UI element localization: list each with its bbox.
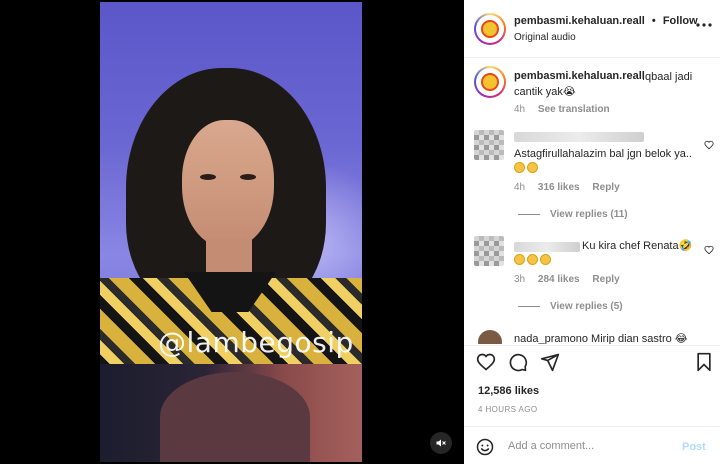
more-options-button[interactable] [696, 14, 712, 30]
author-avatar[interactable] [474, 13, 506, 45]
bookmark-icon[interactable] [694, 352, 714, 372]
caption-time: 4h [514, 104, 526, 115]
mute-button[interactable] [430, 432, 452, 454]
comment-likes[interactable]: 284 likes [538, 274, 580, 285]
author-username[interactable]: pembasmi.kehaluan.reall [514, 15, 645, 27]
likes-count[interactable]: 12,586 likes [478, 385, 539, 397]
comment-meta: 3h 284 likes Reply [514, 274, 620, 285]
post-side-panel: pembasmi.kehaluan.reall • Follow Origina… [464, 0, 720, 464]
separator-dot: • [651, 15, 656, 27]
caption-author-avatar[interactable] [474, 66, 506, 98]
worried-face-icon [514, 162, 525, 173]
commenter-avatar[interactable] [478, 330, 502, 344]
post-actions-bar [464, 345, 720, 375]
comment-like-heart-icon[interactable] [704, 245, 714, 255]
add-comment-input[interactable] [508, 435, 668, 457]
commenter-name-blurred[interactable] [514, 242, 580, 252]
comment-text: Astagfirullahalazim bal jgn belok ya.. [514, 148, 692, 160]
rofl-face-icon [527, 254, 538, 265]
add-comment-bar: Post [464, 426, 720, 464]
rofl-face-icon [540, 254, 551, 265]
person-right-eye [240, 174, 256, 180]
post-comment-button[interactable]: Post [682, 441, 706, 453]
ellipsis-icon [696, 23, 712, 27]
smiley-face-icon[interactable] [476, 438, 494, 456]
comment-bubble-icon[interactable] [508, 352, 528, 372]
post-header: pembasmi.kehaluan.reall • Follow Origina… [464, 0, 720, 58]
person-left-eye [200, 174, 216, 180]
heart-icon[interactable] [476, 352, 496, 372]
header-user-line: pembasmi.kehaluan.reall • Follow [514, 15, 698, 27]
reply-button[interactable]: Reply [592, 182, 619, 193]
send-paper-plane-icon[interactable] [540, 352, 560, 372]
video-watermark: @lambegosip [158, 326, 354, 359]
reel-video[interactable]: @lambegosip [100, 2, 362, 462]
see-translation-link[interactable]: See translation [538, 104, 610, 115]
joy-face-icon [527, 162, 538, 173]
comment-time: 4h [514, 182, 526, 193]
commenter-name-blurred[interactable] [514, 132, 644, 142]
comment-emoji-line [514, 254, 553, 269]
comment-likes[interactable]: 316 likes [538, 182, 580, 193]
comment-text: Ku kira chef Renata🤣 [582, 240, 693, 252]
caption-text: Iqbaal jadi cantik yak😭 [514, 71, 693, 98]
caption-meta: 4h See translation [514, 104, 610, 115]
media-pane: @lambegosip [0, 0, 464, 464]
view-replies-button[interactable]: View replies (11) [550, 209, 628, 220]
commenter-avatar-blurred[interactable] [474, 236, 504, 266]
reply-button[interactable]: Reply [592, 274, 619, 285]
comment-time: 3h [514, 274, 526, 285]
audio-label[interactable]: Original audio [514, 32, 576, 43]
rofl-face-icon [514, 254, 525, 265]
posted-timestamp: 4 HOURS AGO [478, 405, 538, 414]
comment-like-heart-icon[interactable] [704, 140, 714, 150]
commenter-avatar-blurred[interactable] [474, 130, 504, 160]
comment-emoji-line [514, 162, 540, 177]
replies-divider [518, 214, 540, 215]
comments-list[interactable]: pembasmi.kehaluan.reall Iqbaal jadi cant… [464, 59, 720, 344]
comment-text-partial: nada_pramono Mirip dian sastro 😂 [514, 333, 688, 344]
speaker-muted-icon [436, 439, 446, 447]
replies-divider [518, 306, 540, 307]
follow-button[interactable]: Follow [663, 15, 698, 27]
view-replies-button[interactable]: View replies (5) [550, 301, 623, 312]
person-face [182, 120, 274, 248]
comment-meta: 4h 316 likes Reply [514, 182, 620, 193]
foreground-head [160, 372, 310, 462]
